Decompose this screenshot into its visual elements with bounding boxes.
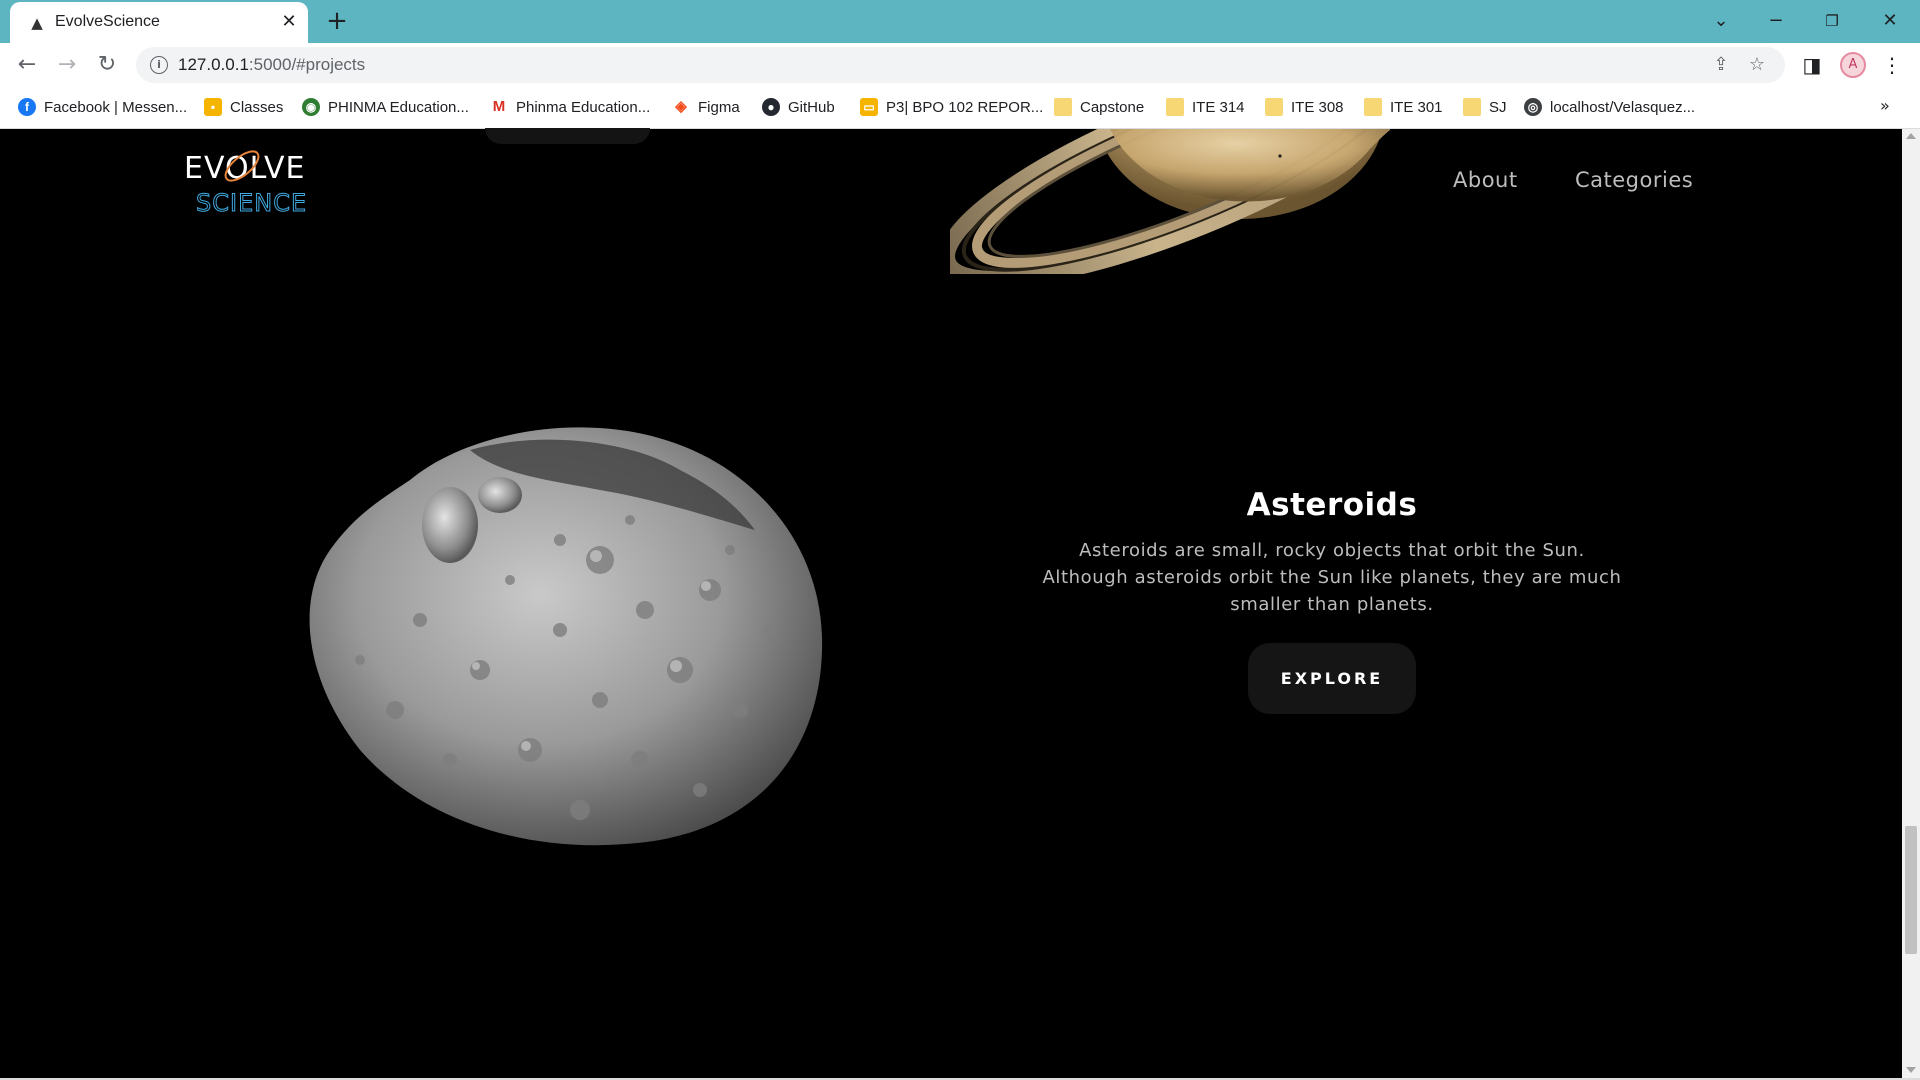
bookmark-label: ITE 308 (1291, 98, 1344, 116)
minimize-button[interactable]: − (1756, 6, 1796, 36)
bookmark-capstone[interactable]: Capstone (1054, 96, 1144, 118)
folder-icon (1265, 98, 1283, 116)
bookmark-ite308[interactable]: ITE 308 (1265, 96, 1344, 118)
classroom-icon: ▪ (204, 98, 222, 116)
bookmark-classes[interactable]: ▪ Classes (204, 96, 283, 118)
tab-search-icon[interactable]: ⌄ (1701, 6, 1741, 36)
side-panel-icon[interactable]: ◨ (1798, 51, 1826, 79)
forward-button[interactable]: → (53, 51, 81, 79)
tab-strip: ▲ EvolveScience ✕ + ⌄ − ❐ ✕ (0, 0, 1920, 43)
previous-explore-button-edge[interactable] (485, 128, 650, 144)
globe-icon: ◉ (302, 98, 320, 116)
bookmark-label: Classes (230, 98, 284, 116)
github-icon: ● (762, 98, 780, 116)
globe-icon: ◎ (1524, 98, 1542, 116)
bookmark-phinma-2[interactable]: M Phinma Education... (490, 96, 650, 118)
reload-button[interactable]: ↻ (93, 51, 121, 79)
back-button[interactable]: ← (13, 51, 41, 79)
section-title: Asteroids (1246, 487, 1418, 523)
nav-categories-link[interactable]: Categories (1575, 168, 1693, 192)
bookmark-label: P3| BPO 102 REPOR... (886, 98, 1044, 116)
folder-icon (1166, 98, 1184, 116)
bookmark-phinma-1[interactable]: ◉ PHINMA Education... (302, 96, 469, 118)
close-window-button[interactable]: ✕ (1870, 6, 1910, 36)
bookmark-sj[interactable]: SJ (1463, 96, 1507, 118)
share-icon[interactable]: ⇪ (1709, 53, 1733, 77)
restore-button[interactable]: ❐ (1812, 6, 1852, 36)
asteroid-image (309, 427, 823, 846)
explore-button[interactable]: EXPLORE (1248, 643, 1416, 714)
evolvescience-logo[interactable]: EVOLVE SCIENCE (184, 148, 312, 218)
tab-evolvescience[interactable]: ▲ EvolveScience ✕ (10, 2, 308, 43)
url-text[interactable]: 127.0.0.1:5000/#projects (178, 55, 365, 75)
bookmark-localhost[interactable]: ◎ localhost/Velasquez... (1524, 96, 1695, 118)
section-description: Asteroids are small, rocky objects that … (1042, 540, 1622, 615)
gmail-icon: M (490, 98, 508, 116)
folder-icon (1463, 98, 1481, 116)
figma-icon: ◈ (672, 98, 690, 116)
folder-icon (1054, 98, 1072, 116)
bookmark-label: Figma (698, 98, 740, 116)
close-tab-icon[interactable]: ✕ (278, 11, 300, 33)
bookmark-p3-bpo[interactable]: ▭ P3| BPO 102 REPOR... (860, 96, 1043, 118)
rocket-icon: ▲ (31, 14, 43, 32)
browser-toolbar: ← → ↻ i 127.0.0.1:5000/#projects ⇪ ☆ ◨ A… (0, 43, 1920, 86)
bookmark-ite314[interactable]: ITE 314 (1166, 96, 1245, 118)
bookmark-label: Facebook | Messen... (44, 98, 188, 116)
address-bar[interactable]: i 127.0.0.1:5000/#projects ⇪ ☆ (136, 47, 1785, 83)
bookmark-label: SJ (1489, 98, 1507, 116)
new-tab-button[interactable]: + (323, 8, 351, 36)
saturn-image (950, 129, 1390, 274)
bookmark-label: ITE 314 (1192, 98, 1245, 116)
bookmark-label: GitHub (788, 98, 835, 116)
bookmark-label: ITE 301 (1390, 98, 1443, 116)
site-info-icon[interactable]: i (150, 56, 168, 74)
tab-title: EvolveScience (55, 13, 160, 30)
bookmark-github[interactable]: ● GitHub (762, 96, 835, 118)
facebook-icon: f (18, 98, 36, 116)
nav-about-link[interactable]: About (1453, 168, 1518, 192)
more-bookmarks-icon[interactable]: » (1880, 96, 1890, 115)
slides-icon: ▭ (860, 98, 878, 116)
scrollbar-thumb[interactable] (1905, 826, 1917, 954)
bookmark-label: PHINMA Education... (328, 98, 469, 116)
bookmark-facebook[interactable]: f Facebook | Messen... (18, 96, 187, 118)
profile-avatar[interactable]: A (1840, 52, 1866, 78)
folder-icon (1364, 98, 1382, 116)
logo-text-bottom: SCIENCE (196, 189, 307, 217)
page-scrollbar[interactable] (1902, 129, 1920, 1078)
logo-text-top: EVOLVE (184, 151, 305, 186)
bookmark-label: localhost/Velasquez... (1550, 98, 1696, 116)
scroll-up-arrow-icon[interactable] (1906, 133, 1916, 139)
bookmark-label: Phinma Education... (516, 98, 651, 116)
url-host: 127.0.0.1 (178, 55, 249, 74)
bookmark-label: Capstone (1080, 98, 1145, 116)
scroll-down-arrow-icon[interactable] (1906, 1067, 1916, 1073)
bookmark-ite301[interactable]: ITE 301 (1364, 96, 1443, 118)
browser-chrome: ▲ EvolveScience ✕ + ⌄ − ❐ ✕ ← → ↻ i 127.… (0, 0, 1920, 129)
url-path: :5000/#projects (248, 55, 366, 74)
bookmark-star-icon[interactable]: ☆ (1745, 53, 1769, 77)
bookmarks-bar: f Facebook | Messen... ▪ Classes ◉ PHINM… (0, 86, 1920, 129)
menu-icon[interactable]: ⋮ (1878, 51, 1906, 79)
bookmark-figma[interactable]: ◈ Figma (672, 96, 740, 118)
